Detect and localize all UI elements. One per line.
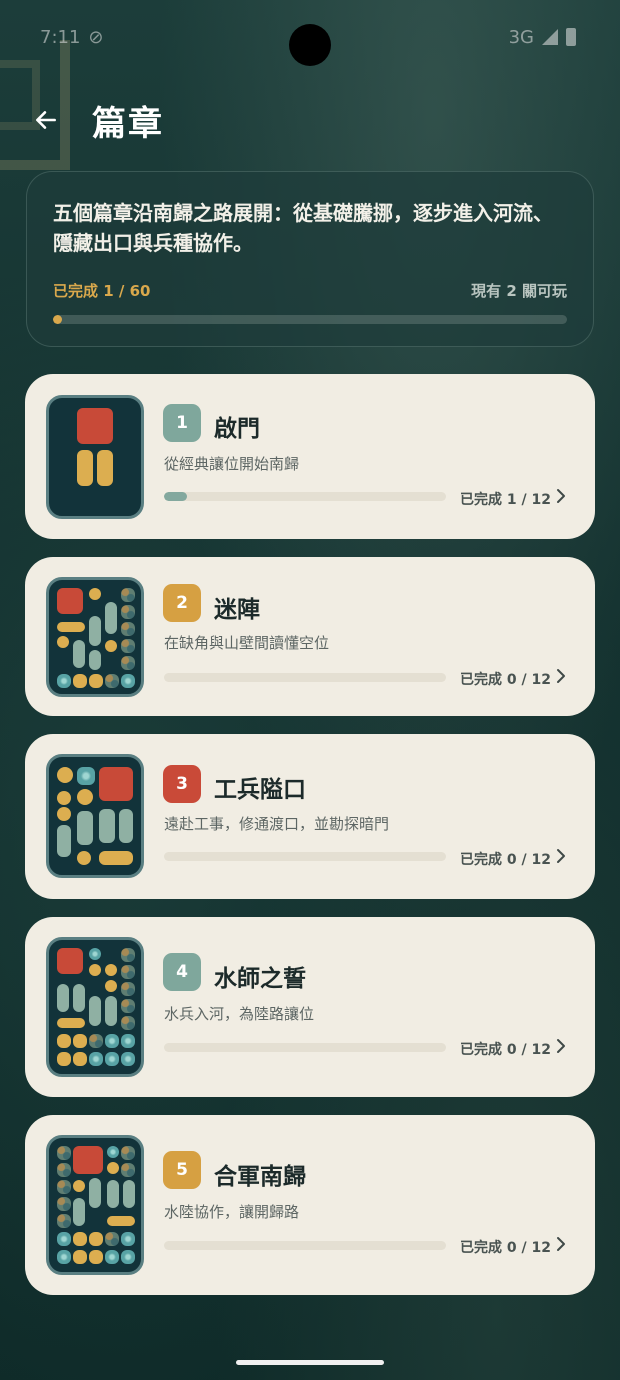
chapter-description: 水兵入河，為陸路讓位 [164, 1005, 315, 1023]
chapter-card-1[interactable]: 1 啟門 從經典讓位開始南歸 已完成 1 / 12 [25, 374, 595, 539]
chapter-title: 啟門 [214, 416, 260, 442]
chapter-thumbnail-5 [46, 1135, 144, 1275]
chapter-title: 工兵隘口 [214, 777, 306, 803]
summary-progress-fill [53, 315, 62, 324]
chapter-number-badge: 5 [163, 1151, 201, 1189]
status-time: 7:11 [40, 26, 81, 48]
page-title: 篇章 [92, 103, 164, 144]
chapter-title: 迷陣 [214, 597, 260, 623]
chapter-thumbnail-3 [46, 754, 144, 878]
chevron-right-icon [557, 1237, 565, 1251]
chapter-progress-bar [164, 492, 446, 501]
summary-description: 五個篇章沿南歸之路展開：從基礎騰挪，逐步進入河流、隱藏出口與兵種協作。 [53, 201, 553, 255]
back-button[interactable] [28, 102, 64, 138]
chapter-progress-bar [164, 1241, 446, 1250]
chapter-title: 水師之誓 [214, 966, 306, 992]
chapter-card-2[interactable]: 2 迷陣 在缺角與山壁間讀懂空位 已完成 0 / 12 [25, 557, 595, 716]
chapter-description: 在缺角與山壁間讀懂空位 [164, 634, 330, 652]
chapter-progress-bar [164, 673, 446, 682]
summary-playable: 現有 2 關可玩 [471, 282, 567, 300]
chapter-description: 遠赴工事，修通渡口，並勘探暗門 [164, 815, 390, 833]
chapter-title: 合軍南歸 [214, 1164, 306, 1190]
chapter-progress-bar [164, 852, 446, 861]
summary-progress-bar [53, 315, 567, 324]
dnd-icon: ⊘ [88, 26, 104, 48]
chapter-thumbnail-1 [46, 395, 144, 519]
chapter-number-badge: 2 [163, 584, 201, 622]
chevron-right-icon [557, 489, 565, 503]
chapter-card-5[interactable]: 5 合軍南歸 水陸協作，讓開歸路 已完成 0 / 12 [25, 1115, 595, 1295]
chapter-number-badge: 3 [163, 765, 201, 803]
chapter-progress-fill [164, 492, 188, 501]
chapter-card-3[interactable]: 3 工兵隘口 遠赴工事，修通渡口，並勘探暗門 已完成 0 / 12 [25, 734, 595, 899]
app-header: 篇章 [28, 95, 164, 145]
chapter-description: 從經典讓位開始南歸 [164, 455, 300, 473]
chevron-right-icon [557, 1039, 565, 1053]
camera-cutout [289, 24, 331, 66]
chapter-thumbnail-4 [46, 937, 144, 1077]
chapter-description: 水陸協作，讓開歸路 [164, 1203, 300, 1221]
chevron-right-icon [557, 669, 565, 683]
chapter-progress-label: 已完成 1 / 12 [460, 492, 551, 508]
chapter-progress-bar [164, 1043, 446, 1052]
chapter-progress-label: 已完成 0 / 12 [460, 1240, 551, 1256]
battery-icon [566, 28, 576, 46]
summary-completed: 已完成 1 / 60 [53, 282, 151, 300]
signal-icon [542, 29, 558, 45]
chapter-number-badge: 1 [163, 404, 201, 442]
back-arrow-icon [36, 111, 56, 129]
chevron-right-icon [557, 849, 565, 863]
chapter-progress-label: 已完成 0 / 12 [460, 852, 551, 868]
chapter-card-4[interactable]: 4 水師之誓 水兵入河，為陸路讓位 已完成 0 / 12 [25, 917, 595, 1097]
chapter-number-badge: 4 [163, 953, 201, 991]
chapter-progress-label: 已完成 0 / 12 [460, 672, 551, 688]
home-indicator[interactable] [236, 1360, 384, 1365]
chapter-progress-label: 已完成 0 / 12 [460, 1042, 551, 1058]
chapter-thumbnail-2 [46, 577, 144, 697]
network-label: 3G [508, 26, 534, 48]
summary-card: 五個篇章沿南歸之路展開：從基礎騰挪，逐步進入河流、隱藏出口與兵種協作。 已完成 … [26, 171, 594, 347]
